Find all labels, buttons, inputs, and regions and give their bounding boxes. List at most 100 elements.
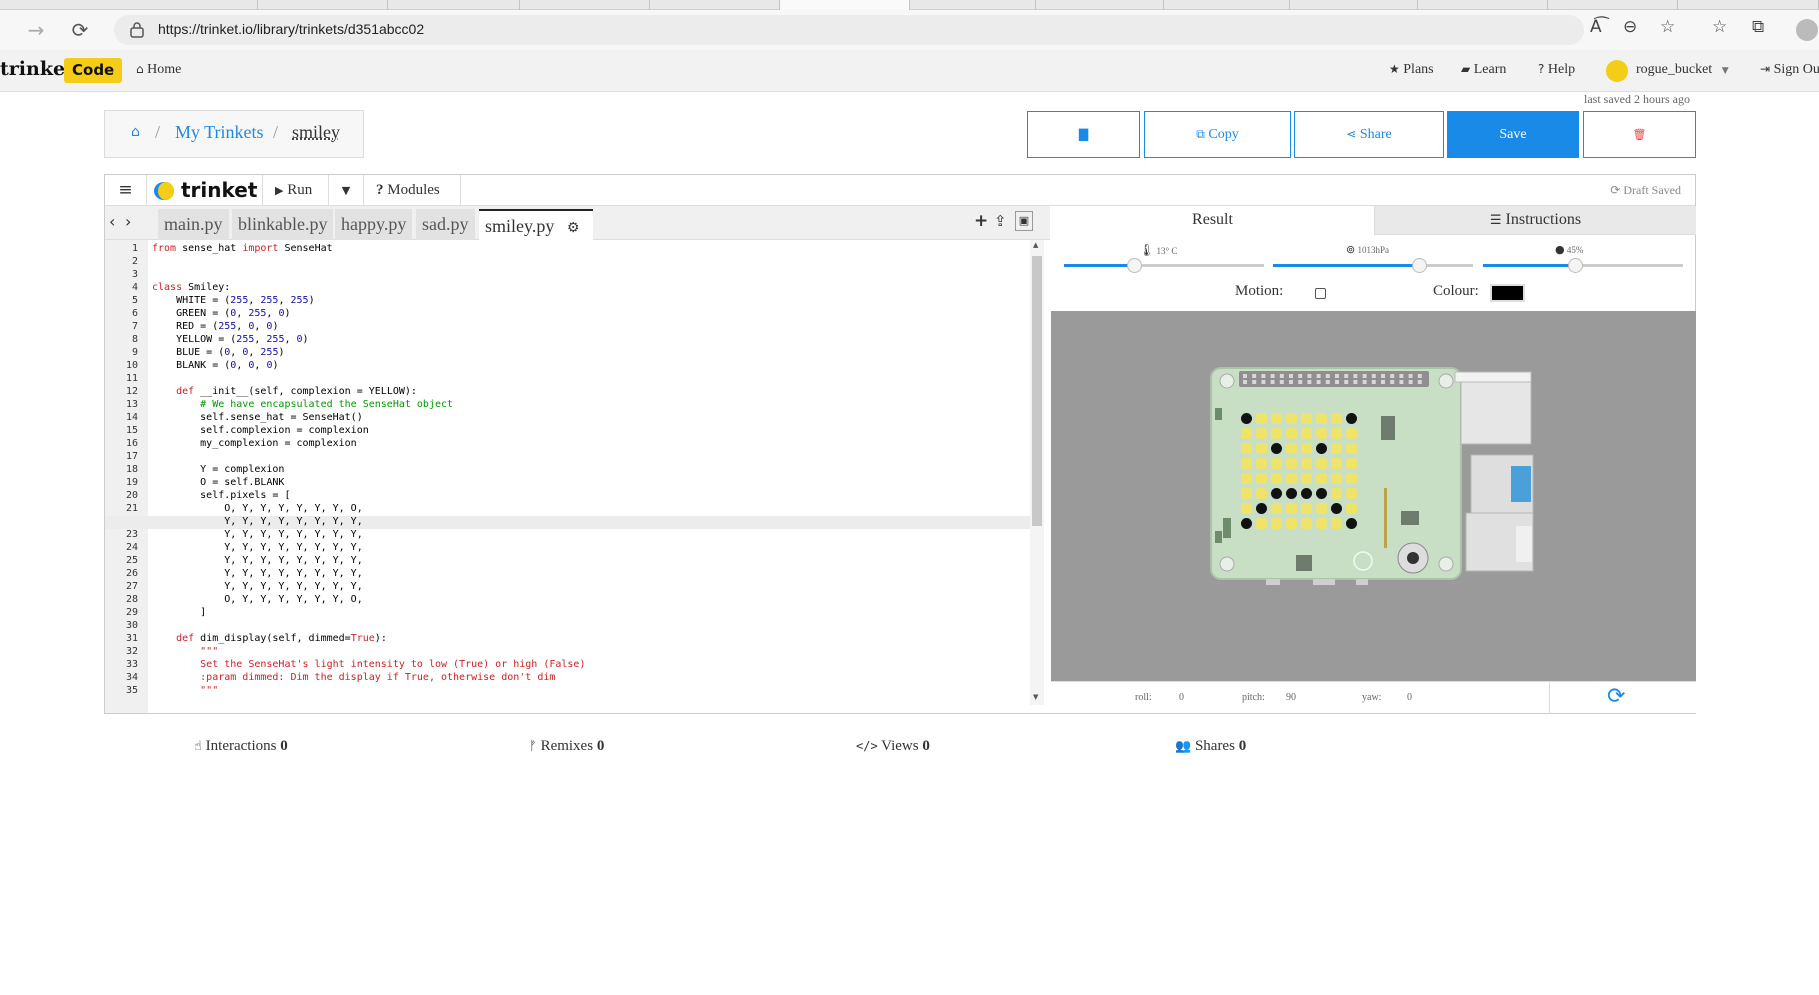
collections-icon[interactable]: ⧉ — [1752, 17, 1764, 37]
gpio-pin — [1381, 374, 1385, 378]
add-file-icon[interactable]: + — [974, 211, 988, 231]
favorite-add-icon[interactable]: ☆ — [1660, 17, 1675, 37]
humidity-drop-icon: ● — [1555, 243, 1565, 256]
led-pixel — [1286, 428, 1297, 439]
favorites-icon[interactable]: ☆ — [1712, 17, 1727, 37]
user-menu[interactable]: rogue_bucket ▼ — [1636, 62, 1729, 78]
temperature-slider[interactable] — [1064, 258, 1264, 273]
humidity-slider[interactable] — [1483, 258, 1683, 273]
arrow-left-icon[interactable]: → — [22, 16, 50, 44]
chevron-right-icon[interactable]: › — [125, 212, 131, 231]
list-icon: ☰ — [1489, 213, 1502, 228]
file-tab-happy[interactable]: happy.py — [335, 209, 413, 240]
nav-home[interactable]: ⌂ Home — [136, 62, 181, 78]
browser-tab-active[interactable] — [780, 0, 910, 10]
delete-button[interactable]: 🗑 — [1583, 111, 1696, 158]
share-icon: ⋖ — [1346, 127, 1357, 141]
joystick-knob[interactable] — [1407, 552, 1419, 564]
led-pixel — [1241, 443, 1252, 454]
motion-checkbox[interactable] — [1315, 288, 1326, 299]
led-pixel — [1241, 428, 1252, 439]
tab-instructions[interactable]: ☰ Instructions — [1374, 206, 1696, 235]
draft-status: ⟳ Draft Saved — [1610, 183, 1681, 198]
user-avatar[interactable] — [1606, 60, 1628, 82]
home-icon[interactable]: ⌂ — [131, 124, 140, 140]
scroll-down-icon[interactable]: ▼ — [1033, 693, 1038, 701]
nav-plans[interactable]: ★ Plans — [1389, 62, 1434, 78]
file-tab-smiley[interactable]: smiley.py ⚙ — [479, 209, 593, 240]
colour-picker[interactable] — [1490, 284, 1525, 302]
pointer-icon: ☝ — [194, 739, 202, 754]
copy-button[interactable]: ⧉ Copy — [1144, 111, 1291, 158]
read-aloud-icon[interactable]: A͡ — [1590, 17, 1602, 37]
refresh-icon[interactable]: ⟳ — [66, 16, 94, 44]
file-tab-sad[interactable]: sad.py — [416, 209, 475, 240]
pressure-slider-thumb[interactable] — [1412, 258, 1427, 273]
browser-tab[interactable] — [650, 0, 780, 10]
save-label: Save — [1499, 127, 1527, 142]
hamburger-menu-icon[interactable]: ≡ — [105, 175, 147, 205]
breadcrumb-my-trinkets[interactable]: My Trinkets — [175, 122, 264, 143]
line-number: 24 — [125, 542, 138, 553]
gpio-pin — [1381, 380, 1385, 384]
line-number: 23 — [125, 529, 138, 540]
upload-icon[interactable]: ⇪ — [994, 212, 1007, 230]
browser-tab[interactable] — [520, 0, 650, 10]
run-button[interactable]: ▶ Run — [263, 175, 329, 205]
vertical-scrollbar[interactable]: ▲ ▼ — [1030, 240, 1044, 705]
raspberry-pi-board[interactable] — [1051, 311, 1696, 681]
file-tab-main[interactable]: main.py — [158, 209, 229, 240]
tab-result[interactable]: Result — [1051, 206, 1374, 235]
brand-logo[interactable]: trinket — [0, 58, 74, 80]
browser-tab[interactable] — [388, 0, 520, 10]
modules-label: Modules — [387, 182, 440, 198]
humidity-value: 45% — [1566, 245, 1584, 255]
humidity-slider-thumb[interactable] — [1568, 258, 1583, 273]
line-number: 13 — [125, 399, 138, 410]
run-options-dropdown[interactable]: ▼ — [329, 175, 364, 205]
nav-sign-out[interactable]: ⇥ Sign Ou — [1760, 62, 1819, 78]
modules-button[interactable]: ? Modules — [364, 175, 461, 205]
component — [1215, 531, 1222, 543]
lock-icon — [130, 22, 144, 38]
gpio-pin — [1270, 380, 1275, 384]
browser-tab[interactable] — [1678, 0, 1819, 10]
gpio-pin — [1371, 380, 1376, 384]
image-upload-icon[interactable]: ▣ — [1015, 211, 1033, 231]
component — [1223, 518, 1231, 538]
gpio-pin — [1408, 374, 1413, 378]
nav-help[interactable]: ? Help — [1538, 62, 1575, 78]
browser-tab[interactable] — [1036, 0, 1164, 10]
folder-button[interactable]: ▇ — [1027, 111, 1140, 158]
address-bar[interactable]: https://trinket.io/library/trinkets/d351… — [114, 15, 1584, 45]
file-tab-blinkable[interactable]: blinkable.py — [232, 209, 334, 240]
chevron-left-icon[interactable]: ‹ — [109, 212, 115, 231]
code-line: Y, Y, Y, Y, Y, Y, Y, Y, — [152, 568, 363, 579]
nav-learn[interactable]: ▰ Learn — [1461, 62, 1506, 78]
browser-tab[interactable] — [1290, 0, 1418, 10]
stat-shares: 👥 Shares 0 — [1175, 738, 1246, 755]
browser-tab[interactable] — [1164, 0, 1290, 10]
zoom-out-icon[interactable]: ⊖ — [1623, 17, 1637, 37]
browser-tab[interactable] — [910, 0, 1036, 10]
code-line: """ — [152, 646, 219, 657]
profile-avatar[interactable] — [1796, 19, 1818, 41]
share-button[interactable]: ⋖ Share — [1294, 111, 1444, 158]
scroll-up-icon[interactable]: ▲ — [1033, 241, 1038, 249]
browser-tab[interactable] — [258, 0, 388, 10]
gear-icon[interactable]: ⚙ — [567, 220, 580, 236]
breadcrumb-current[interactable]: smiley — [292, 122, 340, 143]
pressure-slider[interactable] — [1273, 258, 1473, 273]
reset-orientation-icon[interactable]: ⟳ — [1607, 684, 1625, 709]
trinket-editor: ≡ trinket ▶ Run ▼ ? Modules ⟳ Draft Save… — [104, 174, 1696, 714]
code-editor[interactable]: 1234567891011121314151617181920212223242… — [105, 240, 1050, 713]
browser-tab[interactable] — [1418, 0, 1548, 10]
scrollbar-thumb[interactable] — [1032, 256, 1042, 526]
code-line: WHITE = (255, 255, 255) — [152, 295, 315, 306]
browser-tab[interactable] — [1548, 0, 1678, 10]
save-button[interactable]: Save — [1447, 111, 1579, 158]
temperature-slider-thumb[interactable] — [1127, 258, 1142, 273]
line-number: 10 — [125, 360, 138, 371]
browser-tab[interactable] — [0, 0, 258, 10]
line-number: 3 — [131, 269, 138, 280]
